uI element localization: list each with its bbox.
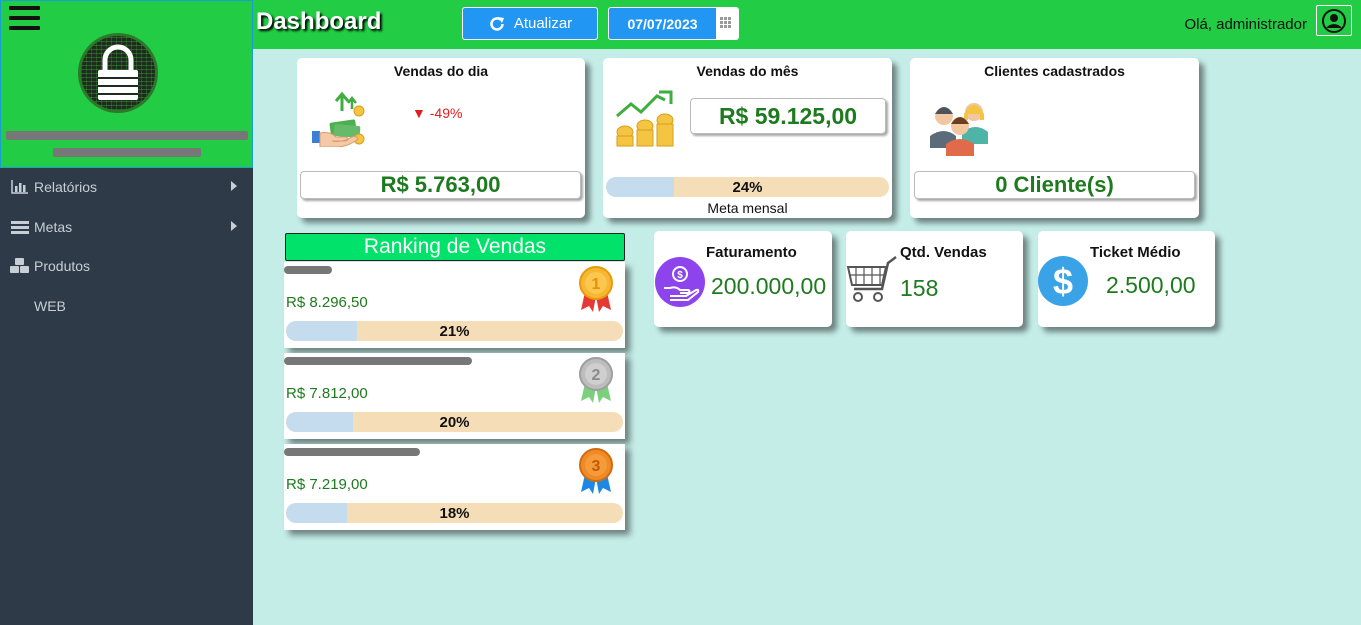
ranking-progress: 21% — [286, 321, 623, 341]
company-name-redacted — [53, 148, 201, 157]
ranking-value: R$ 8.296,50 — [286, 294, 368, 311]
card-title: Clientes cadastrados — [984, 63, 1125, 79]
kpi-value: 200.000,00 — [711, 273, 827, 299]
svg-text:2: 2 — [592, 367, 601, 384]
clients-card: Clientes cadastrados 0 Cliente(s) — [910, 58, 1199, 218]
daily-change: ▼ -49% — [412, 105, 463, 121]
progress-text: 20% — [439, 414, 470, 431]
money-hand-icon — [312, 91, 365, 147]
ranking-row: R$ 8.296,50 1 21% — [284, 262, 625, 348]
calendar-icon[interactable] — [716, 8, 738, 39]
chevron-right-icon — [231, 181, 237, 191]
clients-value: 0 Cliente(s) — [914, 171, 1195, 199]
people-group-icon — [930, 103, 988, 156]
ticket-medio-card: $ Ticket Médio 2.500,00 — [1038, 231, 1215, 327]
refresh-icon — [490, 16, 504, 31]
page-title: Dashboard — [256, 8, 382, 35]
shopping-cart-icon — [846, 256, 897, 302]
monthly-sales-value: R$ 59.125,00 — [690, 98, 886, 134]
card-title: Vendas do mês — [696, 63, 799, 79]
bar-chart-icon — [10, 180, 30, 194]
growth-coins-icon — [616, 90, 674, 147]
top-header: Dashboard Atualizar 07/07/2023 Olá, admi… — [253, 0, 1361, 49]
ranking-value: R$ 7.812,00 — [286, 385, 368, 402]
lock-logo — [78, 33, 158, 113]
refresh-label: Atualizar — [513, 15, 573, 32]
date-picker[interactable]: 07/07/2023 — [608, 7, 739, 40]
cubes-icon — [10, 258, 30, 274]
gold-medal-icon: 1 — [579, 266, 613, 312]
qtd-vendas-card: Qtd. Vendas 158 — [846, 231, 1023, 327]
refresh-button[interactable]: Atualizar — [462, 7, 598, 40]
svg-text:3: 3 — [592, 458, 601, 475]
sidebar-item-label: Relatórios — [34, 179, 98, 195]
dollar-circle-icon: $ — [1038, 256, 1088, 306]
svg-text:1: 1 — [592, 276, 601, 293]
company-name-redacted — [6, 131, 248, 140]
progress-text: 18% — [439, 505, 470, 522]
kpi-title: Faturamento — [706, 244, 797, 261]
seller-name-redacted — [284, 266, 332, 274]
user-avatar-icon — [1322, 8, 1346, 33]
ranking-progress: 20% — [286, 412, 623, 432]
silver-medal-icon: 2 — [579, 357, 613, 403]
seller-name-redacted — [284, 357, 472, 365]
menu-toggle-icon[interactable] — [9, 6, 40, 32]
sidebar-item-relatorios[interactable]: Relatórios — [0, 169, 253, 205]
goal-label: Meta mensal — [707, 200, 788, 216]
ranking-row: R$ 7.812,00 2 20% — [284, 353, 625, 439]
revenue-hand-icon: $ — [655, 257, 705, 307]
faturamento-card: $ Faturamento 200.000,00 — [654, 231, 832, 327]
ranking-row: R$ 7.219,00 3 18% — [284, 444, 625, 530]
sidebar-brand — [0, 0, 253, 168]
ranking-header: Ranking de Vendas — [285, 233, 625, 261]
user-account-button[interactable] — [1316, 5, 1352, 36]
kpi-value: 2.500,00 — [1106, 272, 1196, 298]
kpi-value: 158 — [900, 275, 939, 301]
progress-text: 24% — [732, 179, 763, 196]
svg-text:$: $ — [677, 270, 683, 281]
sidebar-item-metas[interactable]: Metas — [0, 209, 253, 245]
sidebar: Relatórios Metas Produtos WEB — [0, 0, 253, 625]
daily-sales-value: R$ 5.763,00 — [300, 171, 581, 199]
bronze-medal-icon: 3 — [579, 448, 613, 494]
list-icon — [10, 220, 30, 234]
sidebar-item-label: Metas — [34, 219, 73, 235]
kpi-title: Qtd. Vendas — [900, 244, 987, 261]
sidebar-item-label: Produtos — [34, 258, 91, 274]
svg-text:$: $ — [1053, 261, 1073, 302]
daily-sales-card: Vendas do dia ▼ -49% R$ 5.763,00 — [297, 58, 585, 218]
sidebar-item-web[interactable]: WEB — [0, 288, 253, 324]
monthly-sales-card: Vendas do mês R$ 59.125,00 24% Meta mens… — [603, 58, 892, 218]
date-value: 07/07/2023 — [627, 15, 698, 32]
ranking-progress: 18% — [286, 503, 623, 523]
kpi-title: Ticket Médio — [1090, 244, 1181, 261]
user-greeting: Olá, administrador — [1184, 16, 1307, 33]
monthly-goal-progress: 24% — [606, 177, 889, 197]
card-title: Vendas do dia — [393, 63, 489, 79]
ranking-value: R$ 7.219,00 — [286, 476, 368, 493]
sidebar-item-produtos[interactable]: Produtos — [0, 248, 253, 284]
sidebar-item-label: WEB — [34, 298, 66, 314]
progress-text: 21% — [439, 323, 470, 340]
chevron-right-icon — [231, 221, 237, 231]
seller-name-redacted — [284, 448, 420, 456]
